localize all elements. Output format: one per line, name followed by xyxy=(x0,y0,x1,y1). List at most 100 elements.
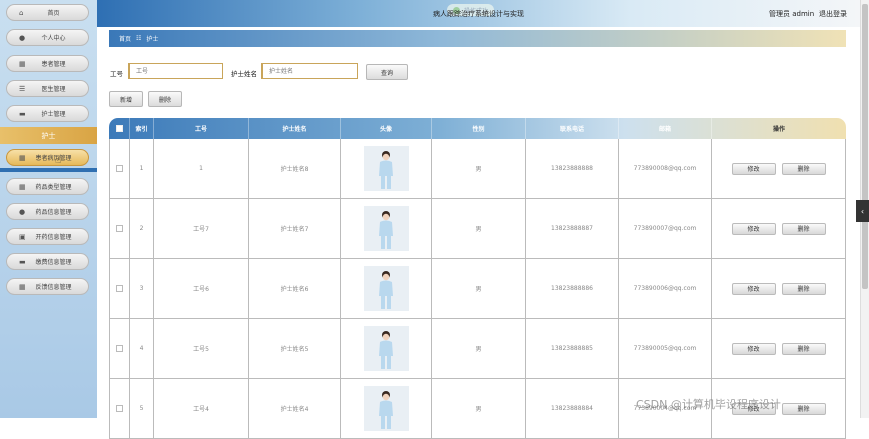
cell-actions: 修改 删除 xyxy=(712,319,846,378)
batch-delete-button[interactable]: 删除 xyxy=(148,91,182,107)
cell-avatar xyxy=(341,199,432,258)
nurse-name-label: 护士姓名 xyxy=(231,70,257,78)
cell-email: 773890005@qq.com xyxy=(619,319,712,378)
row-checkbox[interactable] xyxy=(116,165,123,172)
cell-id: 工号7 xyxy=(154,199,249,258)
delete-button[interactable]: 删除 xyxy=(781,342,826,355)
cell-id: 1 xyxy=(154,139,249,198)
nurse-table: 索引 工号 护士姓名 头像 性别 联系电话 邮箱 操作 1 1 护士姓名8 男 1382… xyxy=(109,118,846,439)
table-row: 3 工号6 护士姓名6 男 13823888886 773890006@qq.com 修改删… xyxy=(109,259,846,319)
row-select-cell[interactable] xyxy=(109,379,130,438)
cell-id: 工号4 xyxy=(154,379,249,438)
nurse-photo xyxy=(363,266,409,311)
id-label: 工号 xyxy=(110,70,123,78)
cell-email: 773890007@qq.com xyxy=(619,199,712,258)
id-search-input[interactable] xyxy=(128,63,223,79)
table-body: 1 1 护士姓名8 男 13823888888 773890008@qq.com 修改 删除 2… xyxy=(109,139,846,439)
grid-icon: ▦ xyxy=(19,182,26,191)
sidebar-item-label: 患者管理 xyxy=(41,61,66,68)
sidebar-item-payments[interactable]: ▬ 缴费信息管理 xyxy=(6,253,89,270)
sidebar-item-label: 药品类型管理 xyxy=(35,184,72,191)
nurse-photo xyxy=(363,326,409,371)
user-icon: ● xyxy=(19,207,26,216)
sidebar-item-drug-info[interactable]: ● 药品信息管理 xyxy=(6,203,89,220)
sidebar-item-label: 护士管理 xyxy=(41,111,66,118)
table-header: 索引 工号 护士姓名 头像 性别 联系电话 邮箱 操作 xyxy=(109,118,846,139)
sidebar-group-nurse: 护士 xyxy=(0,127,97,144)
cell-actions: 修改 删除 xyxy=(712,199,846,258)
grid-icon: ▦ xyxy=(19,282,26,291)
nurse-name-search-input[interactable] xyxy=(261,63,358,79)
delete-button[interactable]: 删除 xyxy=(781,162,826,175)
sidebar-item-home[interactable]: ⌂ 首页 xyxy=(6,4,89,21)
cell-actions: 修改 删除 xyxy=(712,259,846,318)
query-button[interactable]: 查询 xyxy=(366,64,408,80)
add-button[interactable]: 新增 xyxy=(109,91,143,107)
sidebar-item-label: 反馈信息管理 xyxy=(35,284,72,291)
cell-gender: 男 xyxy=(432,199,526,258)
table-row: 4 工号5 护士姓名5 男 13823888885 773890005@qq.com 修改删… xyxy=(109,319,846,379)
delete-button[interactable]: 删除 xyxy=(781,222,826,235)
card-icon: ▬ xyxy=(19,257,26,266)
cell-email: 773890006@qq.com xyxy=(619,259,712,318)
cell-name: 护士姓名8 xyxy=(249,139,341,198)
sidebar-item-drug-types[interactable]: ▦ 药品类型管理 xyxy=(6,178,89,195)
header-email: 邮箱 xyxy=(619,118,712,139)
header-id: 工号 xyxy=(154,118,249,139)
edit-button[interactable]: 修改 xyxy=(731,282,776,295)
cell-phone: 13823888885 xyxy=(526,319,619,378)
select-all-cell[interactable] xyxy=(109,118,130,139)
header-phone: 联系电话 xyxy=(526,118,619,139)
cell-name: 护士姓名7 xyxy=(249,199,341,258)
row-checkbox[interactable] xyxy=(116,225,123,232)
cell-index: 1 xyxy=(130,139,154,198)
sidebar-item-label: 药品信息管理 xyxy=(35,209,72,216)
edit-button[interactable]: 修改 xyxy=(731,162,776,175)
system-title: 病人跟踪治疗系统设计与实现 xyxy=(433,10,524,18)
sidebar-item-profile[interactable]: ● 个人中心 xyxy=(6,29,89,46)
cell-index: 4 xyxy=(130,319,154,378)
cell-gender: 男 xyxy=(432,379,526,438)
row-checkbox[interactable] xyxy=(116,345,123,352)
cell-gender: 男 xyxy=(432,139,526,198)
grid-icon: ▦ xyxy=(19,153,26,162)
sidebar-item-label: 开药信息管理 xyxy=(35,234,72,241)
admin-label: 管理员 admin xyxy=(769,10,815,18)
delete-button[interactable]: 删除 xyxy=(781,402,826,415)
delete-button[interactable]: 删除 xyxy=(781,282,826,295)
sidebar-item-records[interactable]: ▦ 患者病历管理 xyxy=(6,149,89,166)
pill-icon: ▣ xyxy=(19,232,26,241)
cell-phone: 13823888887 xyxy=(526,199,619,258)
row-checkbox[interactable] xyxy=(116,285,123,292)
edit-button[interactable]: 修改 xyxy=(731,222,776,235)
select-all-checkbox[interactable] xyxy=(115,125,123,132)
list-icon: ☰ xyxy=(19,84,26,93)
sidebar-item-patients[interactable]: ▦ 患者管理 xyxy=(6,55,89,72)
sidebar-item-feedback[interactable]: ▦ 反馈信息管理 xyxy=(6,278,89,295)
cell-index: 5 xyxy=(130,379,154,438)
logout-link[interactable]: 退出登录 xyxy=(819,9,847,19)
sidebar-item-doctors[interactable]: ☰ 医生管理 xyxy=(6,80,89,97)
row-select-cell[interactable] xyxy=(109,259,130,318)
header-index: 索引 xyxy=(130,118,154,139)
header-gender: 性别 xyxy=(432,118,526,139)
watermark: CSDN @计算机毕设程序设计 xyxy=(636,398,781,411)
row-select-cell[interactable] xyxy=(109,199,130,258)
breadcrumb-home[interactable]: 首页 xyxy=(119,34,131,43)
collapse-toggle-icon[interactable]: ‹ xyxy=(856,200,869,222)
row-select-cell[interactable] xyxy=(109,139,130,198)
cell-email: 773890008@qq.com xyxy=(619,139,712,198)
cell-avatar xyxy=(341,319,432,378)
cell-id: 工号5 xyxy=(154,319,249,378)
table-row: 1 1 护士姓名8 男 13823888888 773890008@qq.com 修改 删除 xyxy=(109,139,846,199)
nurse-photo xyxy=(363,146,409,191)
row-checkbox[interactable] xyxy=(116,405,123,412)
sidebar-item-prescriptions[interactable]: ▣ 开药信息管理 xyxy=(6,228,89,245)
edit-button[interactable]: 修改 xyxy=(731,342,776,355)
cell-phone: 13823888886 xyxy=(526,259,619,318)
sidebar-item-label: 缴费信息管理 xyxy=(35,259,72,266)
scrollbar-thumb[interactable] xyxy=(862,4,868,289)
sidebar-item-nurses[interactable]: ▬ 护士管理 xyxy=(6,105,89,122)
cell-gender: 男 xyxy=(432,259,526,318)
row-select-cell[interactable] xyxy=(109,319,130,378)
